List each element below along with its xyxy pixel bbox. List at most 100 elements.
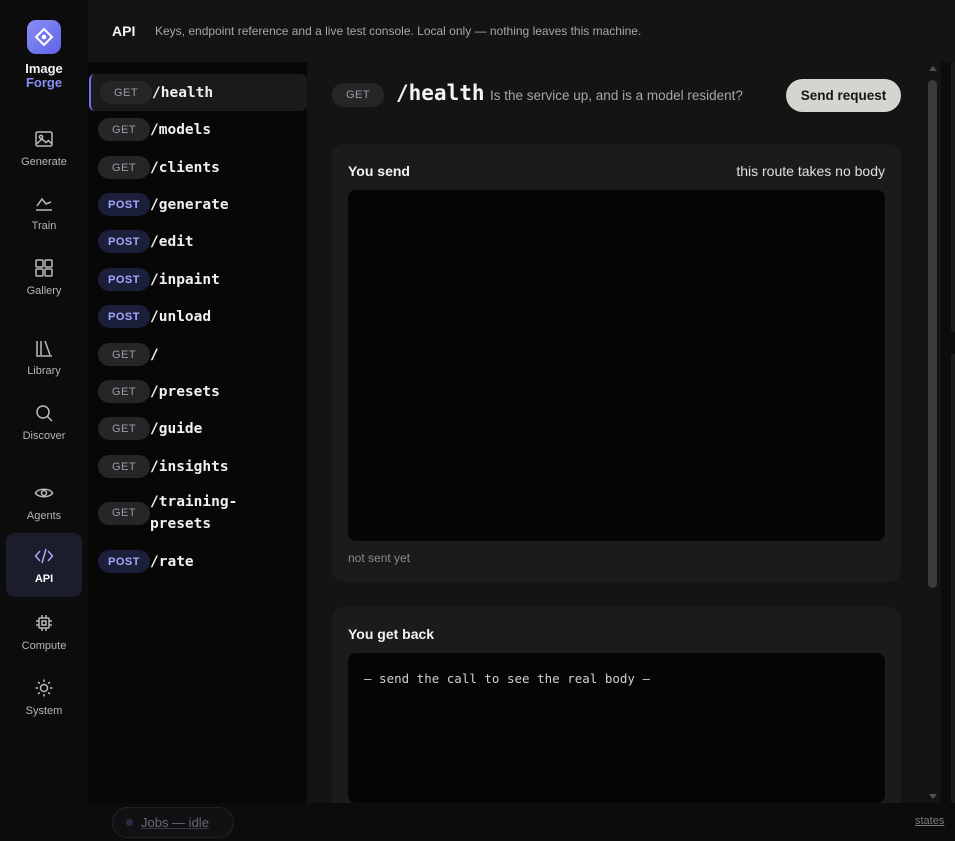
route-path: /generate xyxy=(150,196,229,213)
route-item-models[interactable]: GET /models xyxy=(98,118,307,141)
nav-item-train[interactable]: Train xyxy=(6,180,82,244)
diamond-icon xyxy=(34,27,54,47)
route-item-edit[interactable]: POST /edit xyxy=(98,230,307,253)
app-name-line2: Forge xyxy=(25,75,63,90)
route-path: /training-presets xyxy=(150,494,238,532)
search-icon xyxy=(36,404,53,422)
panel-edge-segment xyxy=(951,62,955,332)
chip-icon xyxy=(36,614,52,631)
image-icon xyxy=(35,130,53,147)
response-card-title: You get back xyxy=(348,626,435,642)
route-item-generate[interactable]: POST /generate xyxy=(98,193,307,216)
nav-item-gallery[interactable]: Gallery xyxy=(6,245,82,309)
route-item-health[interactable]: GET /health xyxy=(89,74,307,111)
route-list: GET /health GET /models GET /clients POS… xyxy=(88,62,307,803)
send-request-button[interactable]: Send request xyxy=(786,79,901,112)
eye-icon xyxy=(34,488,54,497)
route-path: /presets xyxy=(150,383,220,400)
request-card-title: You send xyxy=(348,163,410,179)
route-path: /inpaint xyxy=(150,271,220,288)
response-card: You get back — send the call to see the … xyxy=(332,607,901,803)
scrollbar[interactable] xyxy=(925,62,941,803)
route-item-insights[interactable]: GET /insights xyxy=(98,455,307,478)
method-badge: GET xyxy=(98,455,150,478)
nav-item-system[interactable]: System xyxy=(6,665,82,729)
code-icon xyxy=(34,548,54,563)
page-subtitle: Keys, endpoint reference and a live test… xyxy=(155,24,642,38)
request-body-note: this route takes no body xyxy=(736,163,885,179)
app-name-line1: Image xyxy=(25,61,63,76)
response-placeholder: — send the call to see the real body — xyxy=(364,671,650,686)
jobs-status-button[interactable]: Jobs — idle xyxy=(112,807,234,838)
method-badge: GET xyxy=(100,81,152,104)
method-badge: POST xyxy=(98,230,150,253)
method-badge: POST xyxy=(98,193,150,216)
side-panel-edge xyxy=(941,62,955,803)
nav-label: Library xyxy=(27,364,61,377)
request-status: not sent yet xyxy=(348,551,411,565)
nav-label: Agents xyxy=(26,509,62,522)
method-badge: GET xyxy=(332,83,384,107)
jobs-status-label: Jobs — idle xyxy=(141,815,209,830)
method-badge: POST xyxy=(98,305,150,328)
route-item-presets[interactable]: GET /presets xyxy=(98,380,307,403)
nav-item-agents[interactable]: Agents xyxy=(6,470,82,534)
route-item-root[interactable]: GET / xyxy=(98,343,307,366)
route-path: /models xyxy=(150,121,212,138)
route-path: /unload xyxy=(150,308,212,325)
nav-label: Generate xyxy=(21,155,67,168)
chart-line-icon xyxy=(36,197,52,211)
route-item-guide[interactable]: GET /guide xyxy=(98,417,307,440)
request-body-editor[interactable] xyxy=(348,190,885,541)
method-badge: POST xyxy=(98,268,150,291)
route-item-clients[interactable]: GET /clients xyxy=(98,156,307,179)
nav-label: Train xyxy=(31,219,57,232)
scroll-thumb[interactable] xyxy=(928,80,937,588)
library-icon xyxy=(36,340,52,357)
nav-label: Compute xyxy=(21,639,67,652)
top-bar: API Keys, endpoint reference and a live … xyxy=(88,0,955,62)
app-logo-icon[interactable] xyxy=(27,20,61,54)
nav-label: Discover xyxy=(22,429,66,442)
method-badge: GET xyxy=(98,501,150,525)
response-body: — send the call to see the real body — xyxy=(348,653,885,803)
scroll-down-arrow-icon[interactable] xyxy=(929,794,937,799)
method-badge: GET xyxy=(98,118,150,141)
method-badge: GET xyxy=(98,343,150,366)
nav-rail: Image Forge Generate Train Gallery Libra… xyxy=(0,0,88,841)
nav-item-library[interactable]: Library xyxy=(6,325,82,389)
route-path: /rate xyxy=(150,553,194,570)
method-badge: POST xyxy=(98,550,150,573)
scroll-up-arrow-icon[interactable] xyxy=(929,66,937,71)
route-description: Is the service up, and is a model reside… xyxy=(490,88,743,103)
status-dot-icon xyxy=(126,819,133,826)
route-item-unload[interactable]: POST /unload xyxy=(98,305,307,328)
route-item-rate[interactable]: POST /rate xyxy=(98,550,307,573)
sun-icon xyxy=(35,679,53,696)
page-title: API xyxy=(112,23,136,39)
nav-label: Gallery xyxy=(26,284,62,297)
route-path: /health xyxy=(152,84,214,101)
route-path: /clients xyxy=(150,159,220,176)
footer-bar: Jobs — idle states xyxy=(88,803,955,841)
nav-item-discover[interactable]: Discover xyxy=(6,390,82,454)
panel-edge-segment xyxy=(951,354,955,803)
nav-label: API xyxy=(34,572,54,585)
grid-icon xyxy=(35,258,53,277)
route-path: /insights xyxy=(150,458,229,475)
nav-item-compute[interactable]: Compute xyxy=(6,600,82,664)
route-title: /health xyxy=(396,81,485,105)
route-path: /edit xyxy=(150,233,194,250)
nav-item-api[interactable]: API xyxy=(6,533,82,597)
method-badge: GET xyxy=(98,417,150,440)
nav-item-generate[interactable]: Generate xyxy=(6,116,82,180)
nav-label: System xyxy=(25,704,63,717)
method-badge: GET xyxy=(98,156,150,179)
route-item-inpaint[interactable]: POST /inpaint xyxy=(98,268,307,291)
route-item-training-presets[interactable]: GET /training-presets xyxy=(98,491,307,535)
route-detail: GET /health Is the service up, and is a … xyxy=(307,62,925,803)
route-path: /guide xyxy=(150,420,203,437)
states-link[interactable]: states xyxy=(915,815,944,827)
method-badge: GET xyxy=(98,380,150,403)
route-path: / xyxy=(150,346,159,363)
